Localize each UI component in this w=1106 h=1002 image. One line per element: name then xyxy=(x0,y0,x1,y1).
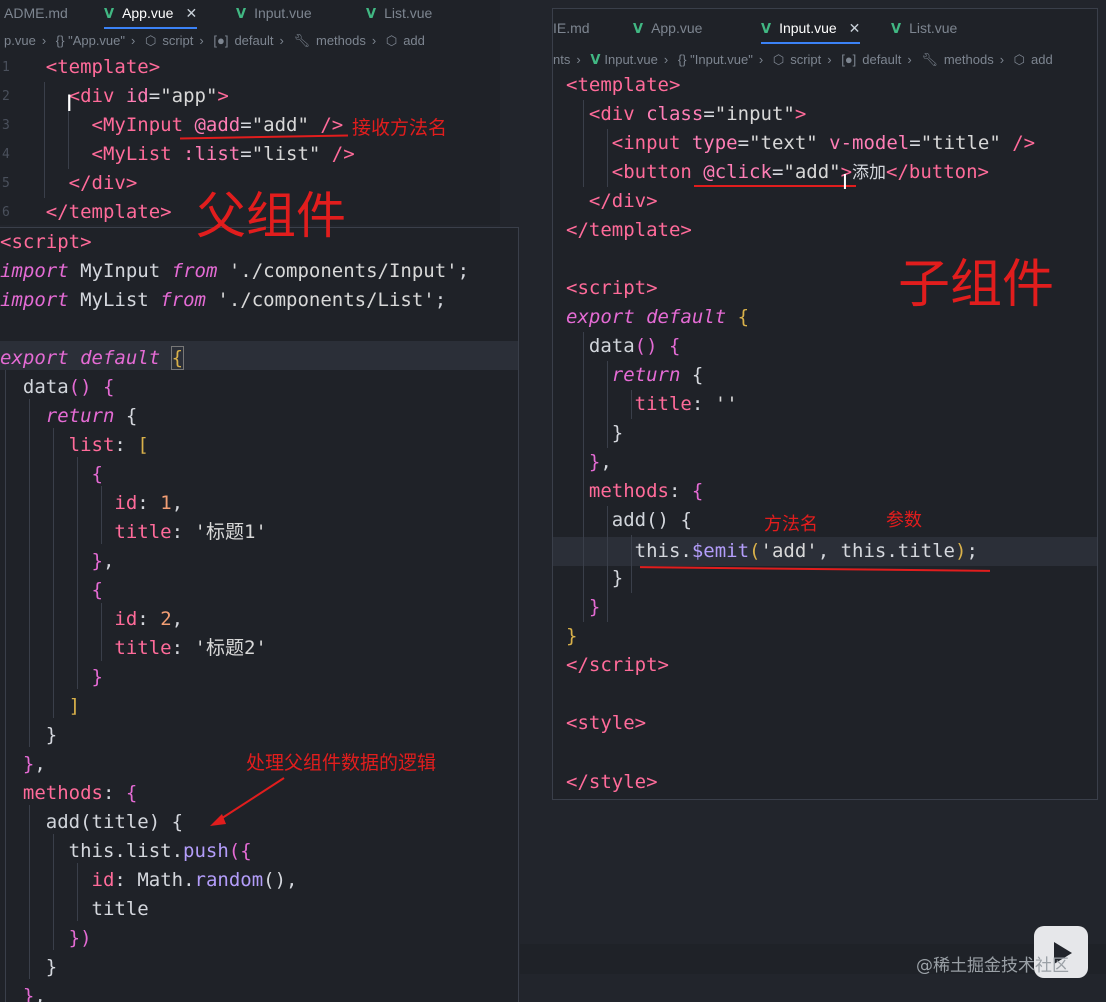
annotation-parent-component: 父组件 xyxy=(196,187,346,245)
code-area[interactable]: <script> import MyInput from './componen… xyxy=(0,228,518,1002)
vue-icon: V xyxy=(366,7,377,22)
cube-icon: ⬡ xyxy=(144,33,157,48)
code-area[interactable]: <template> <div class="input"> <input ty… xyxy=(553,71,1097,799)
vue-icon: V xyxy=(236,7,247,22)
breadcrumb: nts › V Input.vue › {} "Input.vue" › ⬡ script… xyxy=(553,52,1053,68)
tab-readme[interactable]: IE.md xyxy=(553,15,590,42)
editor-tabs: ADME.md V App.vue ✕ V Input.vue V List.vue xyxy=(0,0,500,29)
vue-icon: V xyxy=(891,22,902,37)
app-vue-script-pane: <script> import MyInput from './componen… xyxy=(0,227,519,1002)
annotation-receive-method-name: 接收方法名 xyxy=(352,117,448,139)
annotation-params: 参数 xyxy=(886,510,922,531)
vue-icon: V xyxy=(633,22,644,37)
wrench-icon: 🔧︎ xyxy=(293,33,310,48)
close-icon[interactable]: ✕ xyxy=(849,20,861,36)
tab-list-vue[interactable]: V List.vue xyxy=(891,15,957,42)
tab-input-vue[interactable]: V Input.vue xyxy=(236,0,312,27)
cube-icon: ⬡ xyxy=(385,33,398,48)
tab-app-vue[interactable]: V App.vue xyxy=(633,15,702,42)
breadcrumb: p.vue › {} "App.vue" › ⬡ script › [●] default… xyxy=(4,33,425,48)
tab-list-vue[interactable]: V List.vue xyxy=(366,0,432,27)
watermark: @稀土掘金技术社区 xyxy=(916,956,1069,976)
cube-icon: ⬡ xyxy=(772,52,785,67)
annotation-parent-logic: 处理父组件数据的逻辑 xyxy=(246,752,437,774)
tab-app-vue[interactable]: V App.vue ✕ xyxy=(104,0,198,29)
close-icon[interactable]: ✕ xyxy=(185,5,197,21)
brackets-icon: [●] xyxy=(213,33,229,48)
text-cursor-icon: I xyxy=(842,170,848,194)
tab-input-vue[interactable]: V Input.vue ✕ xyxy=(761,15,861,44)
vue-icon: V xyxy=(761,22,772,37)
vue-icon: V xyxy=(590,53,601,68)
vue-icon: V xyxy=(104,7,115,22)
underline-click xyxy=(694,185,856,187)
arrow-icon xyxy=(210,777,285,826)
brackets-icon: [●] xyxy=(841,52,857,67)
text-cursor-icon: I xyxy=(66,92,73,117)
editor-tabs: IE.md V App.vue V Input.vue ✕ V List.vue xyxy=(553,15,1097,44)
tab-readme[interactable]: ADME.md xyxy=(4,0,68,27)
cube-icon: ⬡ xyxy=(1013,52,1026,67)
annotation-method-name: 方法名 xyxy=(764,514,818,535)
wrench-icon: 🔧︎ xyxy=(921,52,938,67)
input-vue-pane: IE.md V App.vue V Input.vue ✕ V List.vue nts… xyxy=(552,8,1098,800)
annotation-child-component: 子组件 xyxy=(898,255,1055,315)
